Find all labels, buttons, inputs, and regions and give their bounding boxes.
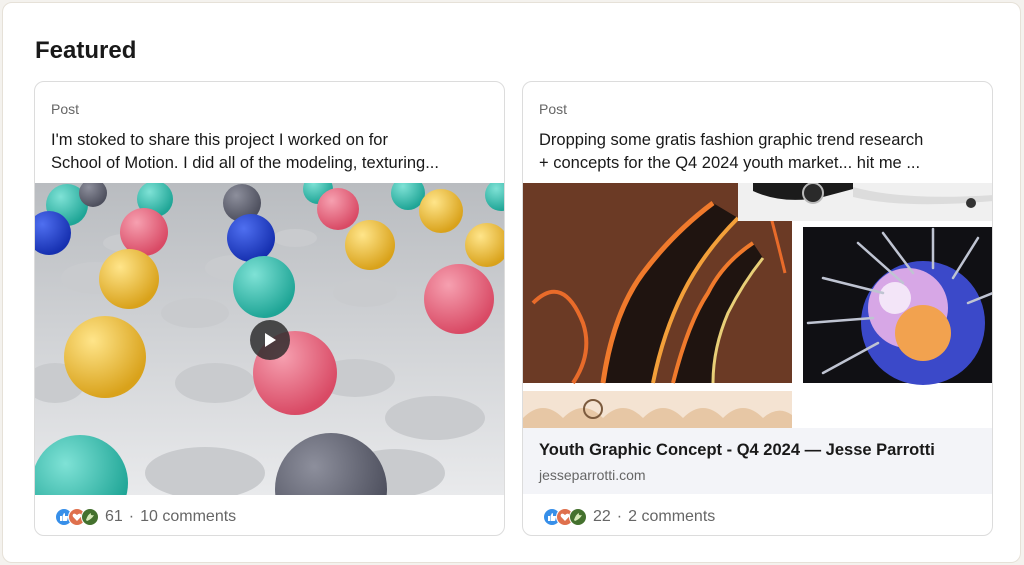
card-description-line-2: + concepts for the Q4 2024 youth market.… — [539, 154, 921, 172]
featured-card-2[interactable]: Post Dropping some gratis fashion graphi… — [522, 81, 993, 536]
social-counts[interactable]: 61 · 10 comments — [55, 506, 236, 528]
support-icon — [569, 508, 587, 526]
card-description-line-2: School of Motion. I did all of the model… — [51, 154, 439, 172]
support-icon — [81, 508, 99, 526]
card-kind-label: Post — [51, 101, 80, 117]
card-kind-label: Post — [539, 101, 568, 117]
section-title: Featured — [35, 37, 137, 64]
reaction-icons — [55, 508, 99, 526]
featured-section: Featured Post I'm stoked to share this p… — [2, 2, 1021, 563]
card-description[interactable]: I'm stoked to share this project I worke… — [51, 129, 491, 175]
card-description[interactable]: Dropping some gratis fashion graphic tre… — [539, 129, 979, 175]
fashion-collage-image — [523, 183, 992, 428]
reaction-count[interactable]: 22 — [593, 508, 611, 526]
featured-card-1[interactable]: Post I'm stoked to share this project I … — [34, 81, 505, 536]
card-description-line-1: Dropping some gratis fashion graphic tre… — [539, 131, 924, 149]
comments-count[interactable]: 2 comments — [628, 508, 715, 526]
reaction-count[interactable]: 61 — [105, 508, 123, 526]
link-title[interactable]: Youth Graphic Concept - Q4 2024 — Jesse … — [539, 441, 935, 460]
reaction-icons — [543, 508, 587, 526]
link-domain: jesseparrotti.com — [539, 467, 646, 483]
play-icon — [265, 333, 276, 347]
video-thumbnail[interactable] — [35, 183, 504, 495]
separator-dot: · — [128, 508, 135, 525]
card-description-line-1: I'm stoked to share this project I worke… — [51, 131, 388, 149]
play-button[interactable] — [250, 320, 290, 360]
social-counts[interactable]: 22 · 2 comments — [543, 506, 715, 528]
comments-count[interactable]: 10 comments — [140, 508, 236, 526]
link-preview[interactable]: Youth Graphic Concept - Q4 2024 — Jesse … — [523, 428, 992, 494]
separator-dot: · — [616, 508, 623, 525]
